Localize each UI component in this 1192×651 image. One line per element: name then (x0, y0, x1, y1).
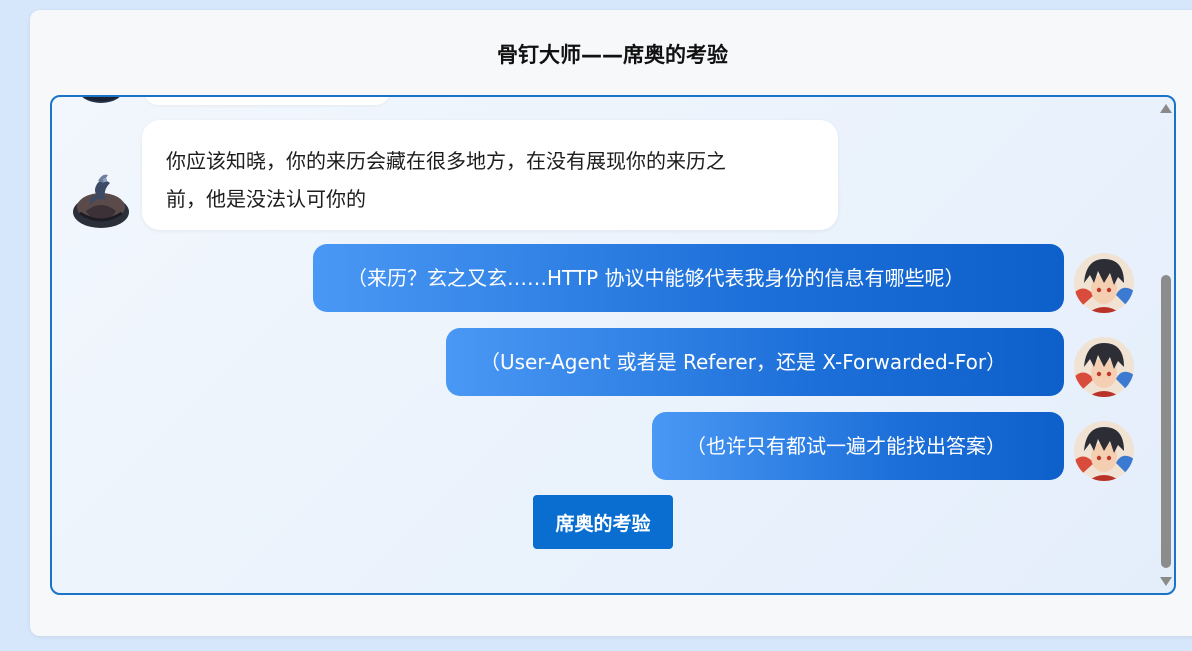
chat-window[interactable]: 你应该知晓，你的来历会藏在很多地方，在没有展现你的来历之 前，他是没法认可你的 … (50, 95, 1176, 595)
anime-character-icon (1074, 253, 1134, 313)
user-message-bubble: （User-Agent 或者是 Referer，还是 X-Forwarded-F… (446, 328, 1064, 396)
scroll-down-icon[interactable] (1160, 577, 1172, 586)
trial-button[interactable]: 席奥的考验 (533, 495, 673, 549)
page-title: 骨钉大师——席奥的考验 (497, 43, 728, 67)
anime-character-icon (1074, 421, 1134, 481)
anime-character-icon (1074, 337, 1134, 397)
bot-message-line: 前，他是没法认可你的 (166, 187, 366, 211)
previous-message-bubble (144, 97, 390, 105)
dialog-panel: 骨钉大师——席奥的考验 你应该知晓，你的来历会藏在很多地方，在没有展现你的来历之… (30, 10, 1192, 636)
hooded-warrior-icon (72, 167, 130, 229)
bot-message-bubble: 你应该知晓，你的来历会藏在很多地方，在没有展现你的来历之 前，他是没法认可你的 (142, 120, 838, 230)
hooded-warrior-icon (76, 97, 126, 105)
scrollbar-thumb[interactable] (1161, 275, 1171, 568)
bot-message-line: 你应该知晓，你的来历会藏在很多地方，在没有展现你的来历之 (166, 149, 726, 173)
scroll-up-icon[interactable] (1160, 104, 1172, 113)
user-message-bubble: （来历？玄之又玄……HTTP 协议中能够代表我身份的信息有哪些呢） (313, 244, 1064, 312)
chat-scrollbar[interactable] (1156, 97, 1174, 593)
user-message-bubble: （也许只有都试一遍才能找出答案） (652, 412, 1064, 480)
